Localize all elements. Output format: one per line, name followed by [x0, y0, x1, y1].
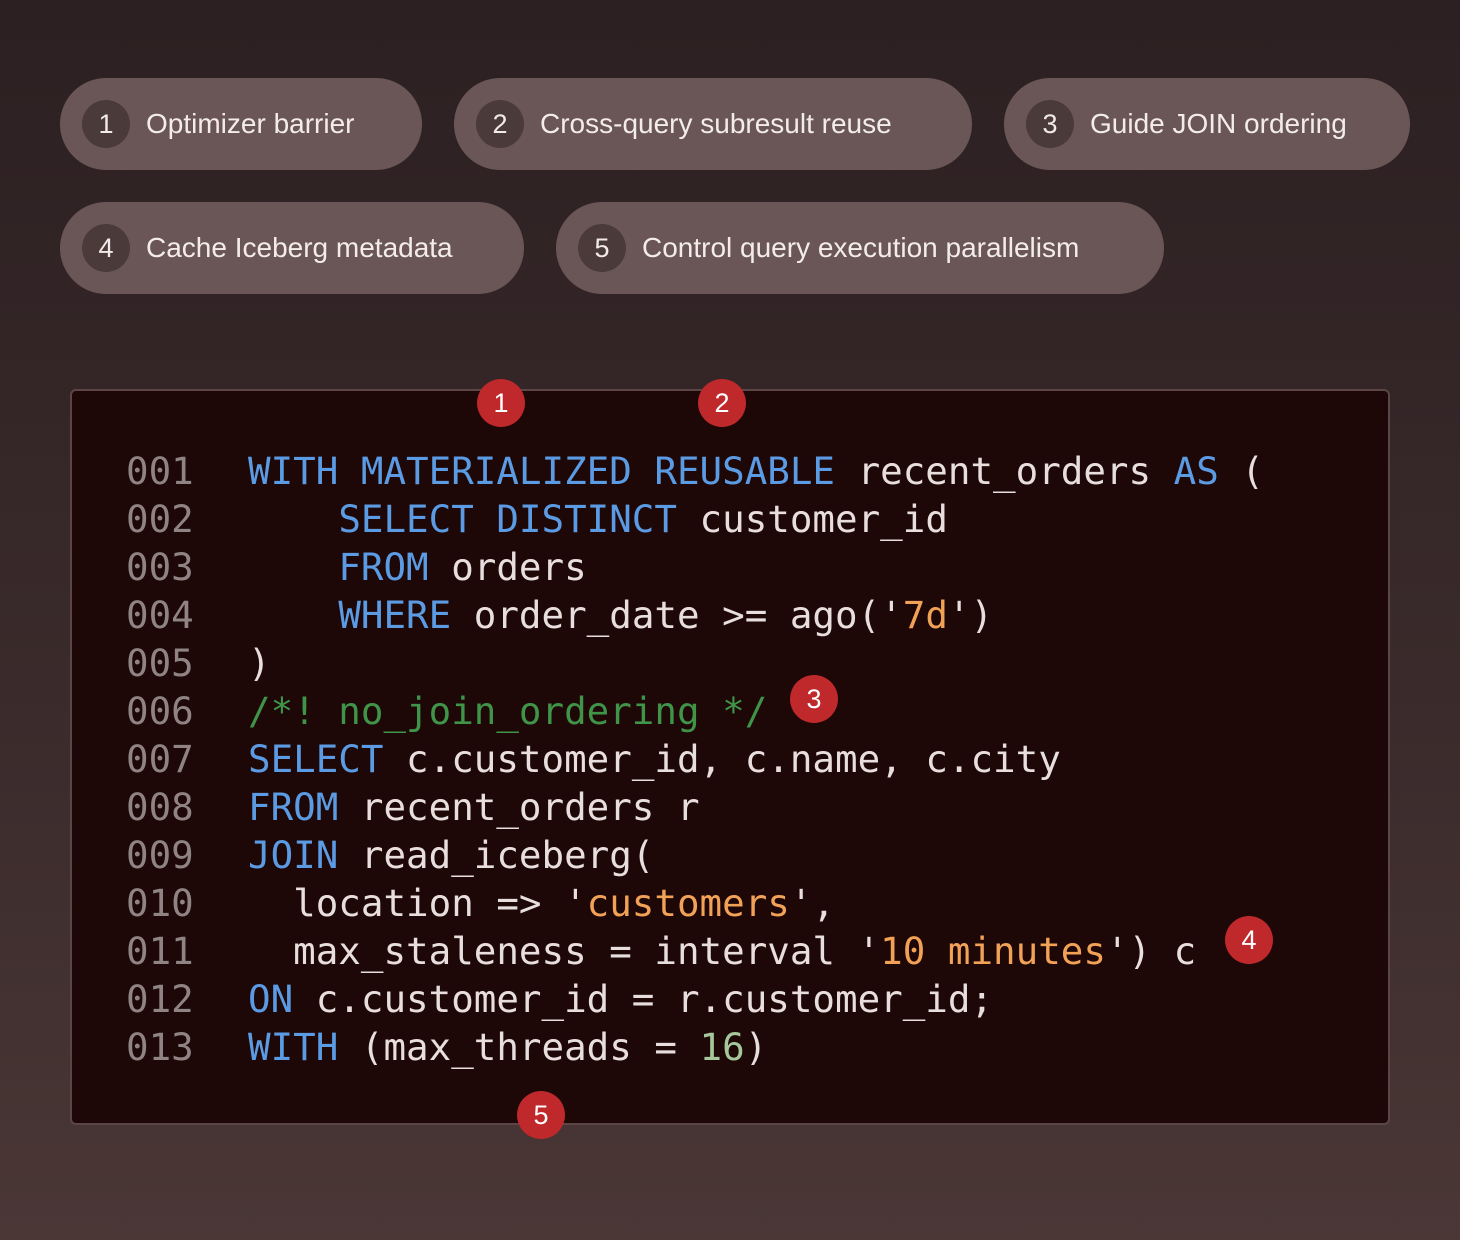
- line-number: 004: [126, 593, 194, 637]
- code-token: 16: [699, 1025, 745, 1069]
- line-number: 005: [126, 641, 194, 685]
- annotation-marker-5: 5: [517, 1091, 565, 1139]
- code-token: AS: [1173, 449, 1219, 493]
- line-number: 009: [126, 833, 194, 877]
- pill-number-badge: 3: [1026, 100, 1074, 148]
- code-line: 004 WHERE order_date >= ago('7d'): [126, 591, 1264, 639]
- code-line: 012 ON c.customer_id = r.customer_id;: [126, 975, 1264, 1023]
- line-number: 001: [126, 449, 194, 493]
- code-token: ): [248, 641, 271, 685]
- code-line: 008 FROM recent_orders r: [126, 783, 1264, 831]
- code-line: 011 max_staleness = interval '10 minutes…: [126, 927, 1264, 975]
- code-line: 013 WITH (max_threads = 16): [126, 1023, 1264, 1071]
- line-number: 010: [126, 881, 194, 925]
- code-token: (: [1218, 449, 1264, 493]
- code-line: 001 WITH MATERIALIZED REUSABLE recent_ord…: [126, 447, 1264, 495]
- code-token: customers: [586, 881, 790, 925]
- pill-number-badge: 5: [578, 224, 626, 272]
- code-panel: 001 WITH MATERIALIZED REUSABLE recent_ord…: [70, 389, 1390, 1125]
- code-token: JOIN: [248, 833, 339, 877]
- code-line: 003 FROM orders: [126, 543, 1264, 591]
- code-line: 010 location => 'customers',: [126, 879, 1264, 927]
- pill-number-badge: 2: [476, 100, 524, 148]
- line-number: 011: [126, 929, 194, 973]
- annotation-marker-1: 1: [477, 379, 525, 427]
- code-token: '): [947, 593, 994, 637]
- code-line: 006 /*! no_join_ordering */: [126, 687, 1264, 735]
- code-token: ON: [248, 977, 294, 1021]
- line-number: 006: [126, 689, 194, 733]
- code-token: read_iceberg(: [338, 833, 655, 877]
- code-token: c.customer_id, c.name, c.city: [383, 737, 1061, 781]
- code-line: 005): [126, 639, 1264, 687]
- code-token: location => ': [248, 881, 587, 925]
- code-token: 7d: [902, 593, 948, 637]
- code-token: recent_orders: [835, 449, 1174, 493]
- feature-pill-optimizer-barrier[interactable]: 1 Optimizer barrier: [60, 78, 422, 170]
- pill-label: Cross-query subresult reuse: [540, 108, 892, 139]
- code-token: recent_orders r: [338, 785, 700, 829]
- code-token: order_date >= ago(': [451, 593, 903, 637]
- code-token: FROM: [338, 545, 429, 589]
- code-token: c.customer_id = r.customer_id;: [293, 977, 994, 1021]
- feature-pill-subresult-reuse[interactable]: 2 Cross-query subresult reuse: [454, 78, 972, 170]
- code-token: orders: [428, 545, 587, 589]
- code-token: 10 minutes: [880, 929, 1106, 973]
- pill-number-badge: 1: [82, 100, 130, 148]
- code-token: /*! no_join_ordering */: [248, 689, 768, 733]
- annotation-marker-4: 4: [1225, 916, 1273, 964]
- feature-pill-join-ordering[interactable]: 3 Guide JOIN ordering: [1004, 78, 1410, 170]
- code-token: ') c: [1105, 929, 1197, 973]
- line-number: 012: [126, 977, 194, 1021]
- annotation-marker-2: 2: [698, 379, 746, 427]
- code-line: 002 SELECT DISTINCT customer_id: [126, 495, 1264, 543]
- code-line: 009 JOIN read_iceberg(: [126, 831, 1264, 879]
- code-block: 001 WITH MATERIALIZED REUSABLE recent_ord…: [126, 447, 1264, 1071]
- pill-number-badge: 4: [82, 224, 130, 272]
- code-token: SELECT DISTINCT: [338, 497, 677, 541]
- line-number: 002: [126, 497, 194, 541]
- code-token: WHERE: [338, 593, 452, 637]
- code-token: customer_id: [676, 497, 948, 541]
- pill-label: Cache Iceberg metadata: [146, 232, 453, 263]
- code-token: FROM: [248, 785, 339, 829]
- pill-label: Control query execution parallelism: [642, 232, 1080, 263]
- line-number: 008: [126, 785, 194, 829]
- code-token: WITH: [248, 1025, 339, 1069]
- pill-label: Guide JOIN ordering: [1090, 108, 1347, 139]
- line-number: 007: [126, 737, 194, 781]
- pill-label: Optimizer barrier: [146, 108, 355, 139]
- line-number: 013: [126, 1025, 194, 1069]
- code-token: (max_threads =: [338, 1025, 700, 1069]
- annotation-marker-3: 3: [790, 675, 838, 723]
- code-token: ',: [789, 881, 836, 925]
- code-token: SELECT: [248, 737, 384, 781]
- feature-pill-iceberg-metadata[interactable]: 4 Cache Iceberg metadata: [60, 202, 524, 294]
- feature-pill-parallelism[interactable]: 5 Control query execution parallelism: [556, 202, 1164, 294]
- code-line: 007 SELECT c.customer_id, c.name, c.city: [126, 735, 1264, 783]
- line-number: 003: [126, 545, 194, 589]
- code-token: WITH MATERIALIZED REUSABLE: [248, 449, 835, 493]
- code-token: max_staleness = interval ': [248, 929, 881, 973]
- code-token: ): [744, 1025, 768, 1069]
